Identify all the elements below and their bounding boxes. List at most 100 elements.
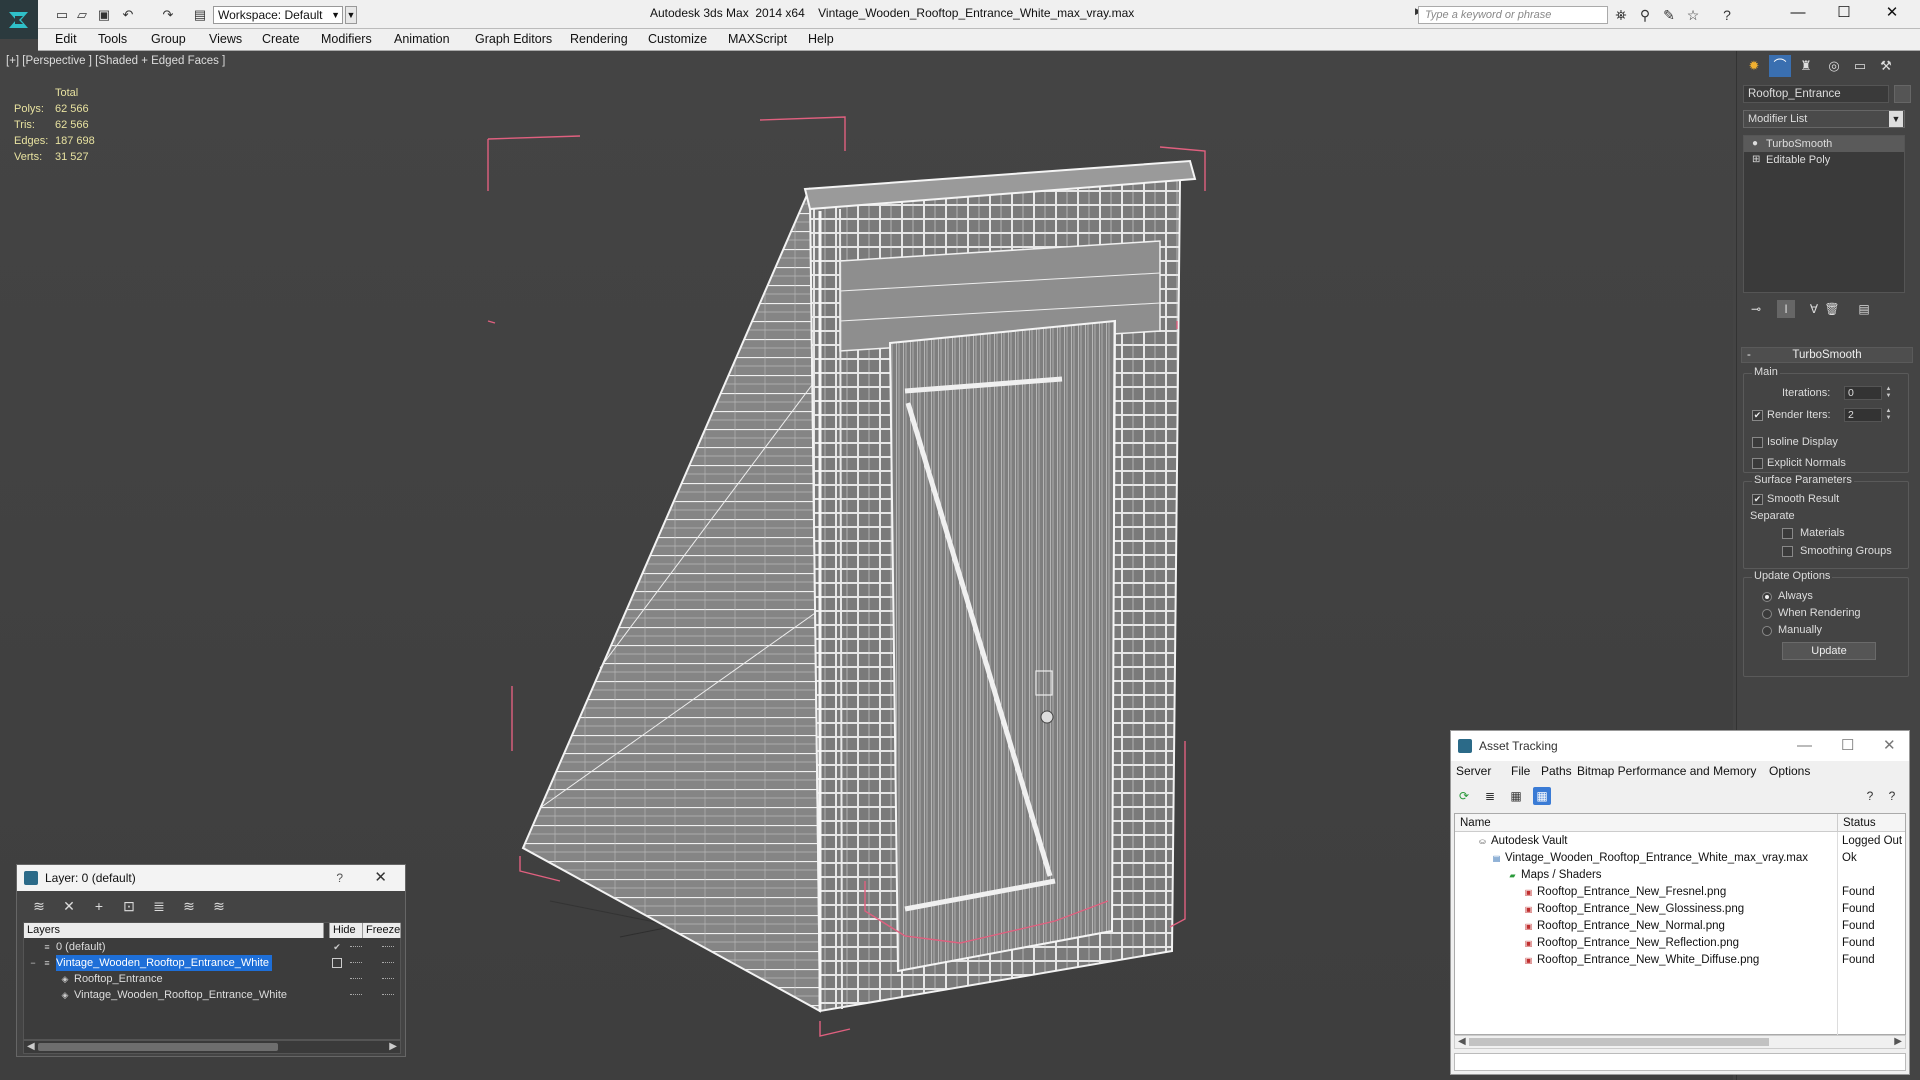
column-header-status[interactable]: Status: [1837, 814, 1905, 832]
asset-horizontal-scrollbar[interactable]: ◀ ▶: [1454, 1035, 1906, 1049]
menu-group[interactable]: Group: [151, 32, 186, 46]
entrance-model[interactable]: [521, 159, 1197, 1013]
spinner-arrows-icon[interactable]: ▲ ▼: [1884, 408, 1893, 422]
hierarchy-tab-icon[interactable]: ♜: [1795, 55, 1817, 77]
freeze-toggle[interactable]: [382, 946, 394, 948]
layer-row[interactable]: ≡ 0 (default) ✔: [24, 939, 400, 955]
menu-create[interactable]: Create: [262, 32, 300, 46]
hide-all-layers-icon[interactable]: ≋: [179, 896, 199, 916]
menu-options[interactable]: Options: [1769, 764, 1810, 778]
make-active-checkbox[interactable]: [332, 958, 342, 968]
new-file-icon[interactable]: ▭: [54, 7, 70, 23]
save-icon[interactable]: ▣: [96, 7, 112, 23]
freeze-toggle[interactable]: [382, 994, 394, 996]
layer-horizontal-scrollbar[interactable]: ◀ ▶: [23, 1040, 401, 1054]
column-header-layers[interactable]: Layers: [24, 923, 324, 938]
asset-row[interactable]: ▣ Rooftop_Entrance_New_Reflection.png Fo…: [1455, 935, 1905, 952]
collapse-icon[interactable]: −: [28, 958, 38, 968]
turbosmooth-rollout-header[interactable]: - TurboSmooth: [1741, 347, 1913, 363]
scroll-left-icon[interactable]: ◀: [1458, 1036, 1466, 1048]
menu-paths[interactable]: Paths: [1541, 764, 1572, 778]
motion-tab-icon[interactable]: ◎: [1823, 55, 1845, 77]
freeze-all-layers-icon[interactable]: ≋: [209, 896, 229, 916]
redo-icon[interactable]: ↷: [160, 7, 176, 23]
menu-help[interactable]: Help: [808, 32, 834, 46]
menu-views[interactable]: Views: [209, 32, 242, 46]
workspace-dropdown[interactable]: Workspace: Default ▼: [213, 6, 343, 24]
smoothing-groups-checkbox[interactable]: [1782, 546, 1793, 557]
close-button[interactable]: ✕: [1870, 0, 1914, 28]
materials-checkbox[interactable]: [1782, 528, 1793, 539]
freeze-toggle[interactable]: [382, 962, 394, 964]
hide-toggle[interactable]: [350, 994, 362, 996]
column-header-name[interactable]: Name: [1455, 814, 1837, 832]
asset-row[interactable]: ⛀ Autodesk Vault Logged Out: [1455, 833, 1905, 850]
hide-toggle[interactable]: [350, 978, 362, 980]
smooth-result-checkbox[interactable]: ✔: [1752, 494, 1763, 505]
project-folder-icon[interactable]: ▤: [192, 7, 208, 23]
app-logo-icon[interactable]: [0, 0, 38, 39]
modifier-list-dropdown[interactable]: Modifier List ▼: [1743, 110, 1905, 128]
close-icon[interactable]: ✕: [374, 865, 387, 891]
scrollbar-thumb[interactable]: [1469, 1038, 1769, 1046]
menu-file[interactable]: File: [1511, 764, 1530, 778]
workspace-menu-arrow-icon[interactable]: ▼: [345, 6, 357, 24]
isoline-checkbox[interactable]: [1752, 437, 1763, 448]
asset-row[interactable]: ▰ Maps / Shaders: [1455, 867, 1905, 884]
scroll-left-icon[interactable]: ◀: [27, 1041, 35, 1053]
viewport-label[interactable]: [+] [Perspective ] [Shaded + Edged Faces…: [6, 55, 225, 67]
remove-modifier-icon[interactable]: 🗑: [1823, 300, 1841, 318]
minimize-icon[interactable]: —: [1797, 731, 1812, 761]
object-name-field[interactable]: Rooftop_Entrance: [1743, 85, 1889, 103]
help-icon[interactable]: ?: [1861, 787, 1879, 805]
list-view-icon[interactable]: ≣: [1481, 787, 1499, 805]
scroll-right-icon[interactable]: ▶: [1894, 1036, 1902, 1048]
column-header-freeze[interactable]: Freeze: [363, 923, 401, 938]
menu-customize[interactable]: Customize: [648, 32, 707, 46]
search-icon[interactable]: ⚲: [1636, 6, 1654, 24]
modify-tab-icon[interactable]: ⌒: [1769, 55, 1791, 77]
undo-icon[interactable]: ↶: [120, 7, 136, 23]
render-iters-checkbox[interactable]: ✔: [1752, 410, 1763, 421]
display-tab-icon[interactable]: ▭: [1849, 55, 1871, 77]
add-to-layer-icon[interactable]: +: [89, 896, 109, 916]
freeze-toggle[interactable]: [382, 978, 394, 980]
delete-layer-icon[interactable]: ✕: [59, 896, 79, 916]
object-row[interactable]: ◈ Vintage_Wooden_Rooftop_Entrance_White: [24, 987, 400, 1003]
expand-plus-icon[interactable]: ⊞: [1752, 152, 1760, 168]
refresh-icon[interactable]: ⟳: [1455, 787, 1473, 805]
menu-graph-editors[interactable]: Graph Editors: [475, 32, 552, 46]
asset-row[interactable]: ▣ Rooftop_Entrance_New_Fresnel.png Found: [1455, 884, 1905, 901]
menu-modifiers[interactable]: Modifiers: [321, 32, 372, 46]
table-view-icon[interactable]: ▦: [1507, 787, 1525, 805]
show-end-result-icon[interactable]: Ι: [1777, 300, 1795, 318]
configure-sets-icon[interactable]: ▤: [1855, 300, 1873, 318]
highlight-layer-icon[interactable]: ≣: [149, 896, 169, 916]
spinner-arrows-icon[interactable]: ▲ ▼: [1884, 386, 1893, 400]
scroll-right-icon[interactable]: ▶: [389, 1041, 397, 1053]
update-button[interactable]: Update: [1782, 642, 1876, 660]
always-radio[interactable]: [1762, 592, 1772, 602]
hide-toggle[interactable]: [350, 946, 362, 948]
open-file-icon[interactable]: ▱: [74, 7, 90, 23]
asset-row[interactable]: ▤ Vintage_Wooden_Rooftop_Entrance_White_…: [1455, 850, 1905, 867]
search-input[interactable]: Type a keyword or phrase: [1418, 6, 1608, 24]
stack-item-turbosmooth[interactable]: ● TurboSmooth: [1744, 136, 1904, 152]
make-unique-icon[interactable]: ∀: [1805, 300, 1823, 318]
hide-toggle[interactable]: [350, 962, 362, 964]
render-iters-spinner[interactable]: 2: [1844, 408, 1882, 422]
explicit-normals-checkbox[interactable]: [1752, 458, 1763, 469]
menu-tools[interactable]: Tools: [98, 32, 127, 46]
menu-edit[interactable]: Edit: [55, 32, 77, 46]
asset-row[interactable]: ▣ Rooftop_Entrance_New_White_Diffuse.png…: [1455, 952, 1905, 969]
communication-icon[interactable]: ✎: [1660, 6, 1678, 24]
layer-row[interactable]: − ≡ Vintage_Wooden_Rooftop_Entrance_Whit…: [24, 955, 400, 971]
menu-maxscript[interactable]: MAXScript: [728, 32, 787, 46]
asset-row[interactable]: ▣ Rooftop_Entrance_New_Normal.png Found: [1455, 918, 1905, 935]
iterations-spinner[interactable]: 0: [1844, 386, 1882, 400]
favorites-star-icon[interactable]: ☆: [1684, 6, 1702, 24]
create-tab-icon[interactable]: ✹: [1743, 55, 1765, 77]
help-context-icon[interactable]: ?: [1883, 787, 1901, 805]
stack-item-editable-poly[interactable]: ⊞ Editable Poly: [1744, 152, 1904, 168]
asset-row[interactable]: ▣ Rooftop_Entrance_New_Glossiness.png Fo…: [1455, 901, 1905, 918]
